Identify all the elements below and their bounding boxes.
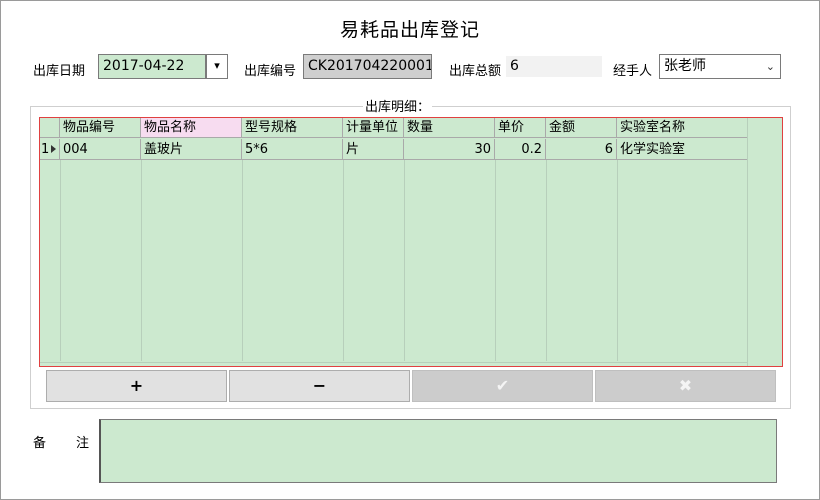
column-header-lab[interactable]: 实验室名称	[617, 118, 748, 138]
table-cell[interactable]: 004	[60, 139, 141, 160]
table-cell[interactable]: 0.2	[495, 139, 546, 160]
cancel-button[interactable]: ✖	[595, 370, 776, 402]
grid-bottom-line	[40, 362, 747, 363]
grid-line	[546, 160, 547, 361]
current-row-arrow-icon	[51, 145, 56, 153]
grid-line	[404, 160, 405, 361]
grid-line	[495, 160, 496, 361]
total-field: 6	[506, 56, 602, 77]
code-label: 出库编号	[244, 64, 297, 79]
column-header-item-code[interactable]: 物品编号	[60, 118, 141, 138]
grid-line	[617, 160, 618, 361]
handler-select[interactable]: 张老师 ⌄	[659, 54, 781, 79]
grid-line	[343, 160, 344, 361]
table-cell[interactable]: 片	[343, 139, 404, 160]
chevron-down-icon: ⌄	[765, 60, 775, 73]
confirm-button[interactable]: ✔	[412, 370, 593, 402]
minus-icon: −	[312, 376, 327, 395]
check-icon: ✔	[495, 376, 510, 395]
table-cell[interactable]: 盖玻片	[141, 139, 242, 160]
detail-legend: 出库明细：	[363, 96, 433, 115]
column-header-amount[interactable]: 金额	[546, 118, 617, 138]
column-header-qty[interactable]: 数量	[404, 118, 495, 138]
table-cell[interactable]: 5*6	[242, 139, 343, 160]
remove-row-button[interactable]: −	[229, 370, 410, 402]
close-icon: ✖	[678, 376, 693, 395]
column-header-spec[interactable]: 型号规格	[242, 118, 343, 138]
handler-label: 经手人	[613, 64, 653, 79]
plus-icon: +	[129, 376, 144, 395]
table-cell[interactable]: 6	[546, 139, 617, 160]
date-label: 出库日期	[33, 64, 86, 79]
column-header-unit[interactable]: 计量单位	[343, 118, 404, 138]
date-input[interactable]: 2017-04-22	[98, 54, 206, 79]
row-header[interactable]: 1	[40, 139, 60, 160]
date-dropdown-button[interactable]: ▾	[206, 54, 228, 79]
column-header-item-name[interactable]: 物品名称	[141, 118, 242, 138]
total-label: 出库总额	[449, 64, 502, 79]
add-row-button[interactable]: +	[46, 370, 227, 402]
grid-line	[242, 160, 243, 361]
grid-corner-header	[40, 118, 60, 138]
code-field: CK201704220001	[303, 54, 432, 79]
detail-grid[interactable]: 物品编号 物品名称 型号规格 计量单位 数量 单价 金额 实验室名称 1 004…	[39, 117, 783, 367]
chevron-down-icon: ▾	[214, 59, 220, 72]
row-number: 1	[41, 142, 50, 157]
grid-line	[60, 160, 61, 361]
remark-textarea[interactable]	[99, 419, 777, 483]
grid-right-strip	[747, 118, 782, 366]
table-cell[interactable]: 化学实验室	[617, 139, 748, 160]
remark-label-char-2: 注	[76, 436, 90, 451]
handler-select-value: 张老师	[664, 58, 706, 74]
column-header-price[interactable]: 单价	[495, 118, 546, 138]
remark-label-char-1: 备	[33, 436, 47, 451]
page-title: 易耗品出库登记	[339, 19, 480, 41]
table-cell[interactable]: 30	[404, 139, 495, 160]
app-window: 易耗品出库登记 出库日期 2017-04-22 ▾ 出库编号 CK2017042…	[0, 0, 820, 500]
grid-line	[141, 160, 142, 361]
